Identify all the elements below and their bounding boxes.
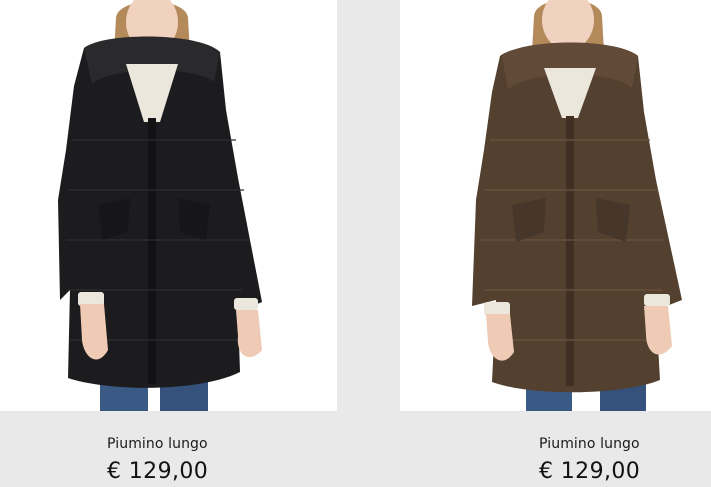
product-price: € 129,00 (107, 459, 209, 484)
product-card-brown[interactable]: Piumino lungo € 129,00 (400, 0, 711, 487)
product-price: € 129,00 (539, 459, 641, 484)
model-black-coat-illustration (58, 0, 262, 411)
product-image-black[interactable] (0, 0, 337, 411)
product-name[interactable]: Piumino lungo (107, 436, 208, 452)
product-grid: Piumino lungo € 129,00 Piumino lungo € 1… (0, 0, 711, 487)
product-info-brown: Piumino lungo € 129,00 (400, 411, 711, 487)
product-name[interactable]: Piumino lungo (539, 436, 640, 452)
product-image-brown[interactable] (400, 0, 711, 411)
model-brown-coat-illustration (472, 0, 682, 411)
product-info-black: Piumino lungo € 129,00 (0, 411, 337, 487)
product-card-black[interactable]: Piumino lungo € 129,00 (0, 0, 337, 487)
